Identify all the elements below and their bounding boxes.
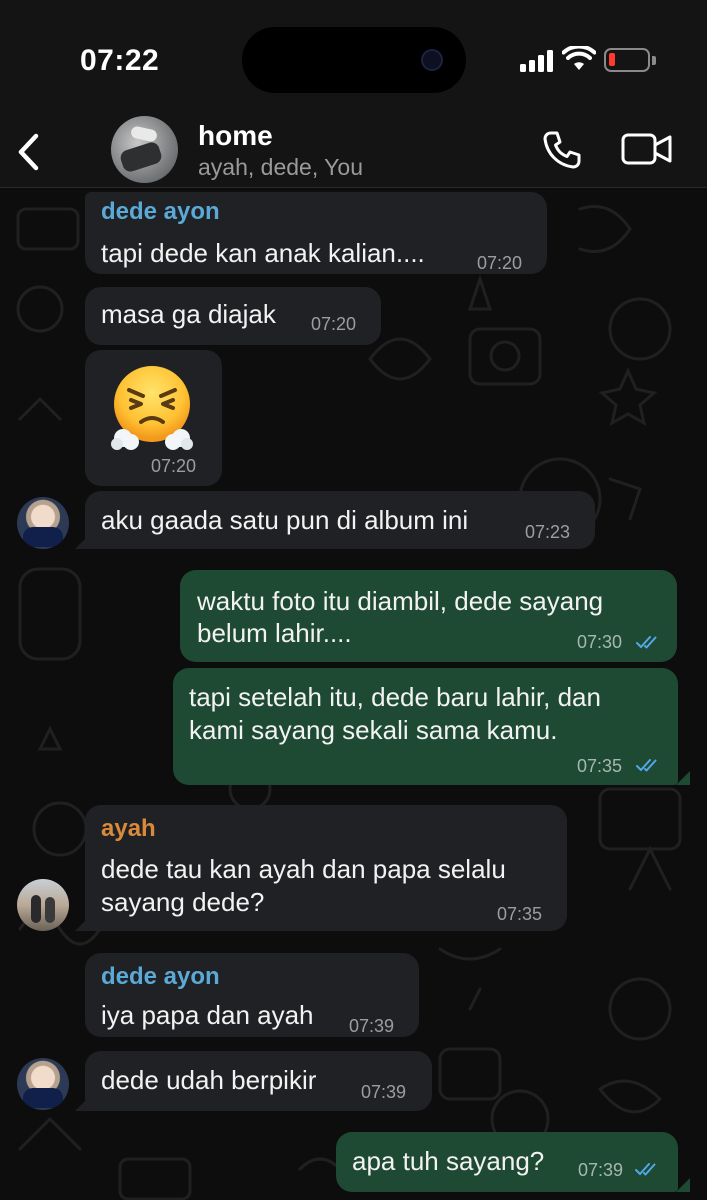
chat-title[interactable]: home — [198, 120, 273, 152]
message-text: tapi dede kan anak kalian.... — [101, 238, 425, 268]
message-time: 07:39 — [578, 1160, 624, 1180]
bubble-tail — [75, 1097, 89, 1111]
face-with-steam-from-nose-emoji-icon — [111, 366, 193, 450]
message-text: belum lahir.... — [197, 618, 352, 648]
read-double-check-icon — [636, 759, 657, 772]
signal-bars-icon — [520, 50, 556, 72]
message-text: masa ga diajak — [101, 299, 276, 329]
bubble-tail — [676, 771, 690, 785]
message-bubble[interactable]: waktu foto itu diambil, dede sayang belu… — [180, 570, 677, 662]
bubble-tail — [75, 535, 89, 549]
message-text: iya papa dan ayah — [101, 1000, 314, 1030]
chat-members[interactable]: ayah, dede, You — [198, 154, 363, 181]
message-text: dede udah berpikir — [101, 1065, 317, 1095]
message-bubble[interactable]: aku gaada satu pun di album ini 07:23 — [85, 491, 595, 549]
bubble-tail — [75, 917, 89, 931]
message-sender: dede ayon — [101, 198, 220, 225]
battery-level — [609, 53, 615, 66]
chat-messages[interactable]: dede ayon tapi dede kan anak kalian.... … — [0, 189, 707, 1200]
bubble-tail — [676, 1178, 690, 1192]
message-bubble[interactable]: apa tuh sayang? 07:39 — [336, 1132, 678, 1192]
battery-cap — [652, 56, 656, 65]
message-bubble[interactable]: ayah dede tau kan ayah dan papa selalu s… — [85, 805, 567, 931]
message-text: waktu foto itu diambil, dede sayang — [197, 586, 604, 616]
chat-header: home ayah, dede, You — [0, 110, 707, 188]
read-double-check-icon — [636, 636, 657, 649]
message-sender: ayah — [101, 815, 156, 842]
message-text: aku gaada satu pun di album ini — [101, 505, 469, 535]
message-time: 07:23 — [525, 522, 571, 542]
message-text: sayang dede? — [101, 887, 265, 917]
message-time: 07:35 — [497, 904, 543, 924]
message-bubble[interactable]: dede ayon tapi dede kan anak kalian.... … — [85, 192, 547, 274]
message-text: dede tau kan ayah dan papa selalu — [101, 854, 506, 884]
message-bubble[interactable]: dede ayon iya papa dan ayah 07:39 — [85, 953, 419, 1037]
message-time: 07:20 — [151, 456, 197, 476]
phone-call-icon[interactable] — [542, 130, 582, 170]
read-double-check-icon — [635, 1163, 656, 1176]
message-sender: dede ayon — [101, 963, 220, 990]
status-bar: 07:22 — [0, 0, 707, 120]
message-bubble[interactable]: tapi setelah itu, dede baru lahir, dan k… — [173, 668, 678, 785]
front-camera-icon — [421, 49, 443, 71]
message-time: 07:20 — [477, 253, 523, 273]
sender-avatar-ayah[interactable] — [17, 879, 69, 931]
message-time: 07:35 — [577, 756, 623, 776]
message-bubble[interactable]: dede udah berpikir 07:39 — [85, 1051, 432, 1111]
message-time: 07:39 — [361, 1082, 407, 1102]
status-time: 07:22 — [80, 44, 160, 77]
video-call-icon[interactable] — [621, 132, 673, 166]
back-chevron-icon[interactable] — [14, 132, 44, 172]
sticker-bubble[interactable]: 07:20 — [85, 350, 222, 486]
message-text: tapi setelah itu, dede baru lahir, dan — [189, 682, 601, 712]
message-time: 07:20 — [311, 314, 357, 334]
message-bubble[interactable]: masa ga diajak 07:20 — [85, 287, 381, 345]
message-text: apa tuh sayang? — [352, 1146, 545, 1176]
message-time: 07:30 — [577, 632, 623, 652]
battery-low-icon — [604, 48, 650, 72]
group-avatar[interactable] — [111, 116, 178, 183]
message-time: 07:39 — [349, 1016, 395, 1036]
message-text: kami sayang sekali sama kamu. — [189, 715, 558, 745]
wifi-icon — [562, 46, 596, 70]
sender-avatar-dede[interactable] — [17, 1058, 69, 1110]
sender-avatar-dede[interactable] — [17, 497, 69, 549]
